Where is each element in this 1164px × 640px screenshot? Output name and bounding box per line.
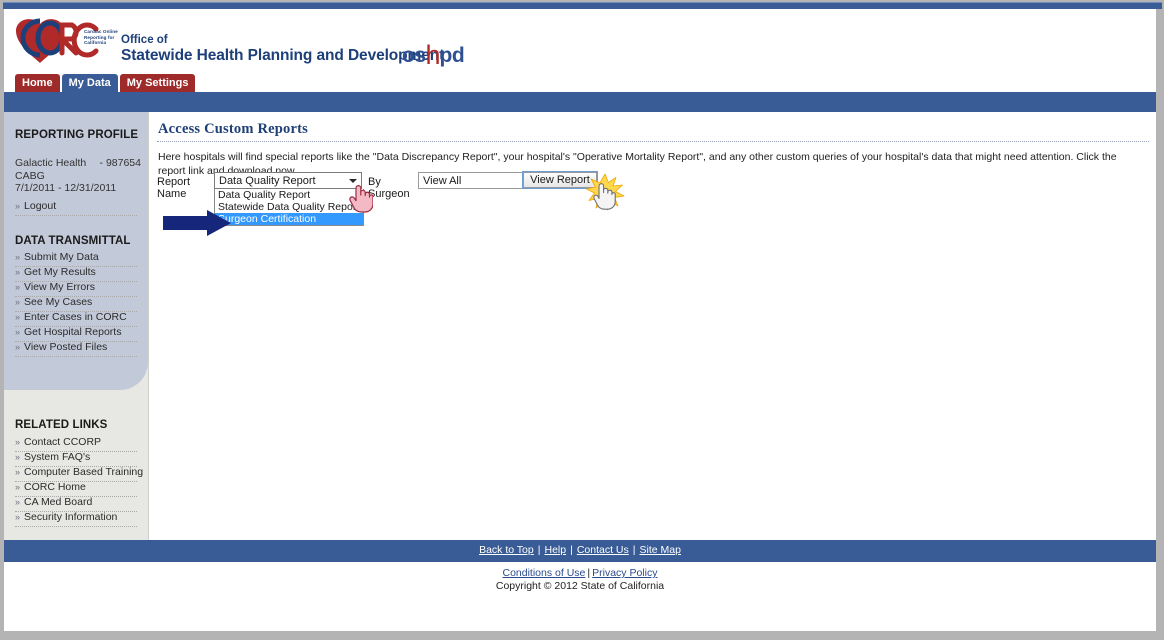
- report-name-dropdown-list[interactable]: Data Quality Report Statewide Data Quali…: [214, 189, 364, 226]
- page-title: Access Custom Reports: [158, 121, 308, 137]
- sidebar-item-ca-med-board[interactable]: » CA Med Board: [15, 496, 137, 512]
- page-viewport: Cardiac Online Reporting for California …: [4, 9, 1156, 631]
- tab-my-data[interactable]: My Data: [61, 74, 118, 92]
- profile-hospital-name: Galactic Health: [15, 157, 87, 169]
- chevron-right-icon: »: [15, 327, 21, 337]
- tab-home[interactable]: Home: [15, 74, 60, 92]
- oshpd-prefix: os: [402, 44, 426, 67]
- chevron-down-icon: [349, 179, 357, 183]
- sidebar-item-label: Computer Based Training: [24, 466, 144, 478]
- oshpd-logo: oshpd: [402, 40, 465, 70]
- dropdown-option-surgeon-certification[interactable]: Surgeon Certification: [215, 213, 363, 225]
- sidebar-item-see-my-cases[interactable]: » See My Cases: [15, 296, 137, 312]
- footer-bar: Back to Top | Help | Contact Us | Site Map: [4, 540, 1156, 562]
- chevron-right-icon: »: [15, 201, 21, 211]
- reporting-profile-info: Galactic Health -987654 CABG 7/1/2011 - …: [15, 157, 141, 195]
- sidebar-item-label: View My Errors: [24, 281, 95, 293]
- sidebar-item-view-posted-files[interactable]: » View Posted Files: [15, 341, 137, 357]
- footer-separator: |: [537, 544, 541, 556]
- agency-name: Statewide Health Planning and Developmen…: [121, 47, 445, 64]
- link-privacy-policy[interactable]: Privacy Policy: [592, 567, 657, 579]
- chevron-right-icon: »: [15, 312, 21, 322]
- sidebar-item-label: Enter Cases in CORC: [24, 311, 127, 323]
- copyright-block: Conditions of Use | Privacy Policy Copyrig…: [4, 567, 1156, 593]
- sidebar-heading-related-links: RELATED LINKS: [15, 419, 108, 431]
- sidebar-item-logout[interactable]: » Logout: [15, 200, 137, 216]
- oshpd-suffix: pd: [439, 44, 465, 67]
- report-name-select[interactable]: Data Quality Report: [214, 172, 362, 189]
- browser-window-frame: Cardiac Online Reporting for California …: [0, 0, 1164, 640]
- sidebar-item-label: Logout: [24, 200, 57, 212]
- sidebar-heading-data-transmittal: DATA TRANSMITTAL: [15, 235, 131, 247]
- by-surgeon-label: By Surgeon: [368, 176, 410, 200]
- sidebar-item-computer-based-training[interactable]: » Computer Based Training: [15, 466, 143, 482]
- sidebar-item-submit-my-data[interactable]: » Submit My Data: [15, 251, 137, 267]
- sidebar-item-view-my-errors[interactable]: » View My Errors: [15, 281, 137, 297]
- chevron-right-icon: »: [15, 267, 21, 277]
- chevron-right-icon: »: [15, 482, 21, 492]
- chevron-right-icon: »: [15, 467, 21, 477]
- footer-link-site-map[interactable]: Site Map: [640, 544, 681, 556]
- profile-dash: -: [99, 157, 103, 169]
- office-of-label: Office of: [121, 34, 168, 46]
- report-name-label: Report Name: [157, 176, 191, 200]
- chevron-right-icon: »: [15, 497, 21, 507]
- page-body: REPORTING PROFILE Galactic Health -98765…: [4, 112, 1156, 540]
- oshpd-h-mark: h: [425, 40, 441, 70]
- profile-hospital-id: 987654: [105, 157, 141, 169]
- chevron-right-icon: »: [15, 297, 21, 307]
- legal-links: Conditions of Use | Privacy Policy: [4, 567, 1156, 580]
- chevron-right-icon: »: [15, 512, 21, 522]
- sidebar-heading-reporting-profile: REPORTING PROFILE: [15, 129, 139, 141]
- footer-link-contact-us[interactable]: Contact Us: [577, 544, 629, 556]
- sidebar-item-label: System FAQ's: [24, 451, 91, 463]
- copyright-text: Copyright © 2012 State of California: [495, 580, 665, 592]
- sidebar-item-label: View Posted Files: [24, 341, 108, 353]
- sidebar-item-security-information[interactable]: » Security Information: [15, 511, 137, 527]
- profile-procedure: CABG: [15, 169, 45, 182]
- sidebar-item-label: Contact CCORP: [24, 436, 102, 448]
- sidebar-item-label: CA Med Board: [24, 496, 93, 508]
- link-conditions-of-use[interactable]: Conditions of Use: [503, 567, 586, 579]
- tab-my-settings[interactable]: My Settings: [119, 74, 196, 92]
- sidebar-item-label: CORC Home: [24, 481, 86, 493]
- sidebar-item-contact-ccorp[interactable]: » Contact CCORP: [15, 436, 137, 452]
- chevron-right-icon: »: [15, 437, 21, 447]
- chevron-right-icon: »: [15, 342, 21, 352]
- footer-separator: |: [632, 544, 636, 556]
- sidebar-item-corc-home[interactable]: » CORC Home: [15, 481, 137, 497]
- by-surgeon-selected-value: View All: [423, 175, 462, 187]
- profile-period: 7/1/2011 - 12/31/2011: [15, 182, 117, 194]
- site-header: Cardiac Online Reporting for California …: [4, 9, 1156, 112]
- chevron-right-icon: »: [15, 282, 21, 292]
- main-content: Access Custom Reports Here hospitals wil…: [149, 112, 1156, 540]
- sidebar-item-label: Get My Results: [24, 266, 96, 278]
- sidebar-item-label: Get Hospital Reports: [24, 326, 122, 338]
- sidebar-item-label: Security Information: [24, 511, 118, 523]
- sidebar-item-get-hospital-reports[interactable]: » Get Hospital Reports: [15, 326, 137, 342]
- sidebar-item-enter-cases-in-corc[interactable]: » Enter Cases in CORC: [15, 311, 137, 327]
- sidebar: REPORTING PROFILE Galactic Health -98765…: [4, 112, 149, 540]
- footer-separator: |: [570, 544, 573, 556]
- sidebar-item-label: Submit My Data: [24, 251, 99, 263]
- dropdown-option-data-quality-report[interactable]: Data Quality Report: [215, 189, 363, 201]
- nav-bar: [4, 92, 1156, 112]
- footer-links: Back to Top | Help | Contact Us | Site Map: [479, 544, 681, 556]
- main-nav-tabs: Home My Data My Settings: [15, 74, 196, 92]
- chevron-right-icon: »: [15, 452, 21, 462]
- sidebar-item-system-faqs[interactable]: » System FAQ's: [15, 451, 137, 467]
- corc-logo-tagline: Cardiac Online Reporting for California: [84, 29, 118, 46]
- dropdown-option-statewide-data-quality-report[interactable]: Statewide Data Quality Report: [215, 201, 363, 213]
- window-titlebar: [3, 2, 1162, 9]
- report-name-selected-value: Data Quality Report: [219, 175, 316, 187]
- footer-link-back-to-top[interactable]: Back to Top: [479, 544, 534, 556]
- title-divider: [157, 141, 1149, 142]
- sidebar-item-label: See My Cases: [24, 296, 93, 308]
- chevron-right-icon: »: [15, 252, 21, 262]
- view-report-button[interactable]: View Report: [522, 171, 598, 189]
- footer-link-help[interactable]: Help: [544, 544, 566, 556]
- sidebar-item-get-my-results[interactable]: » Get My Results: [15, 266, 137, 282]
